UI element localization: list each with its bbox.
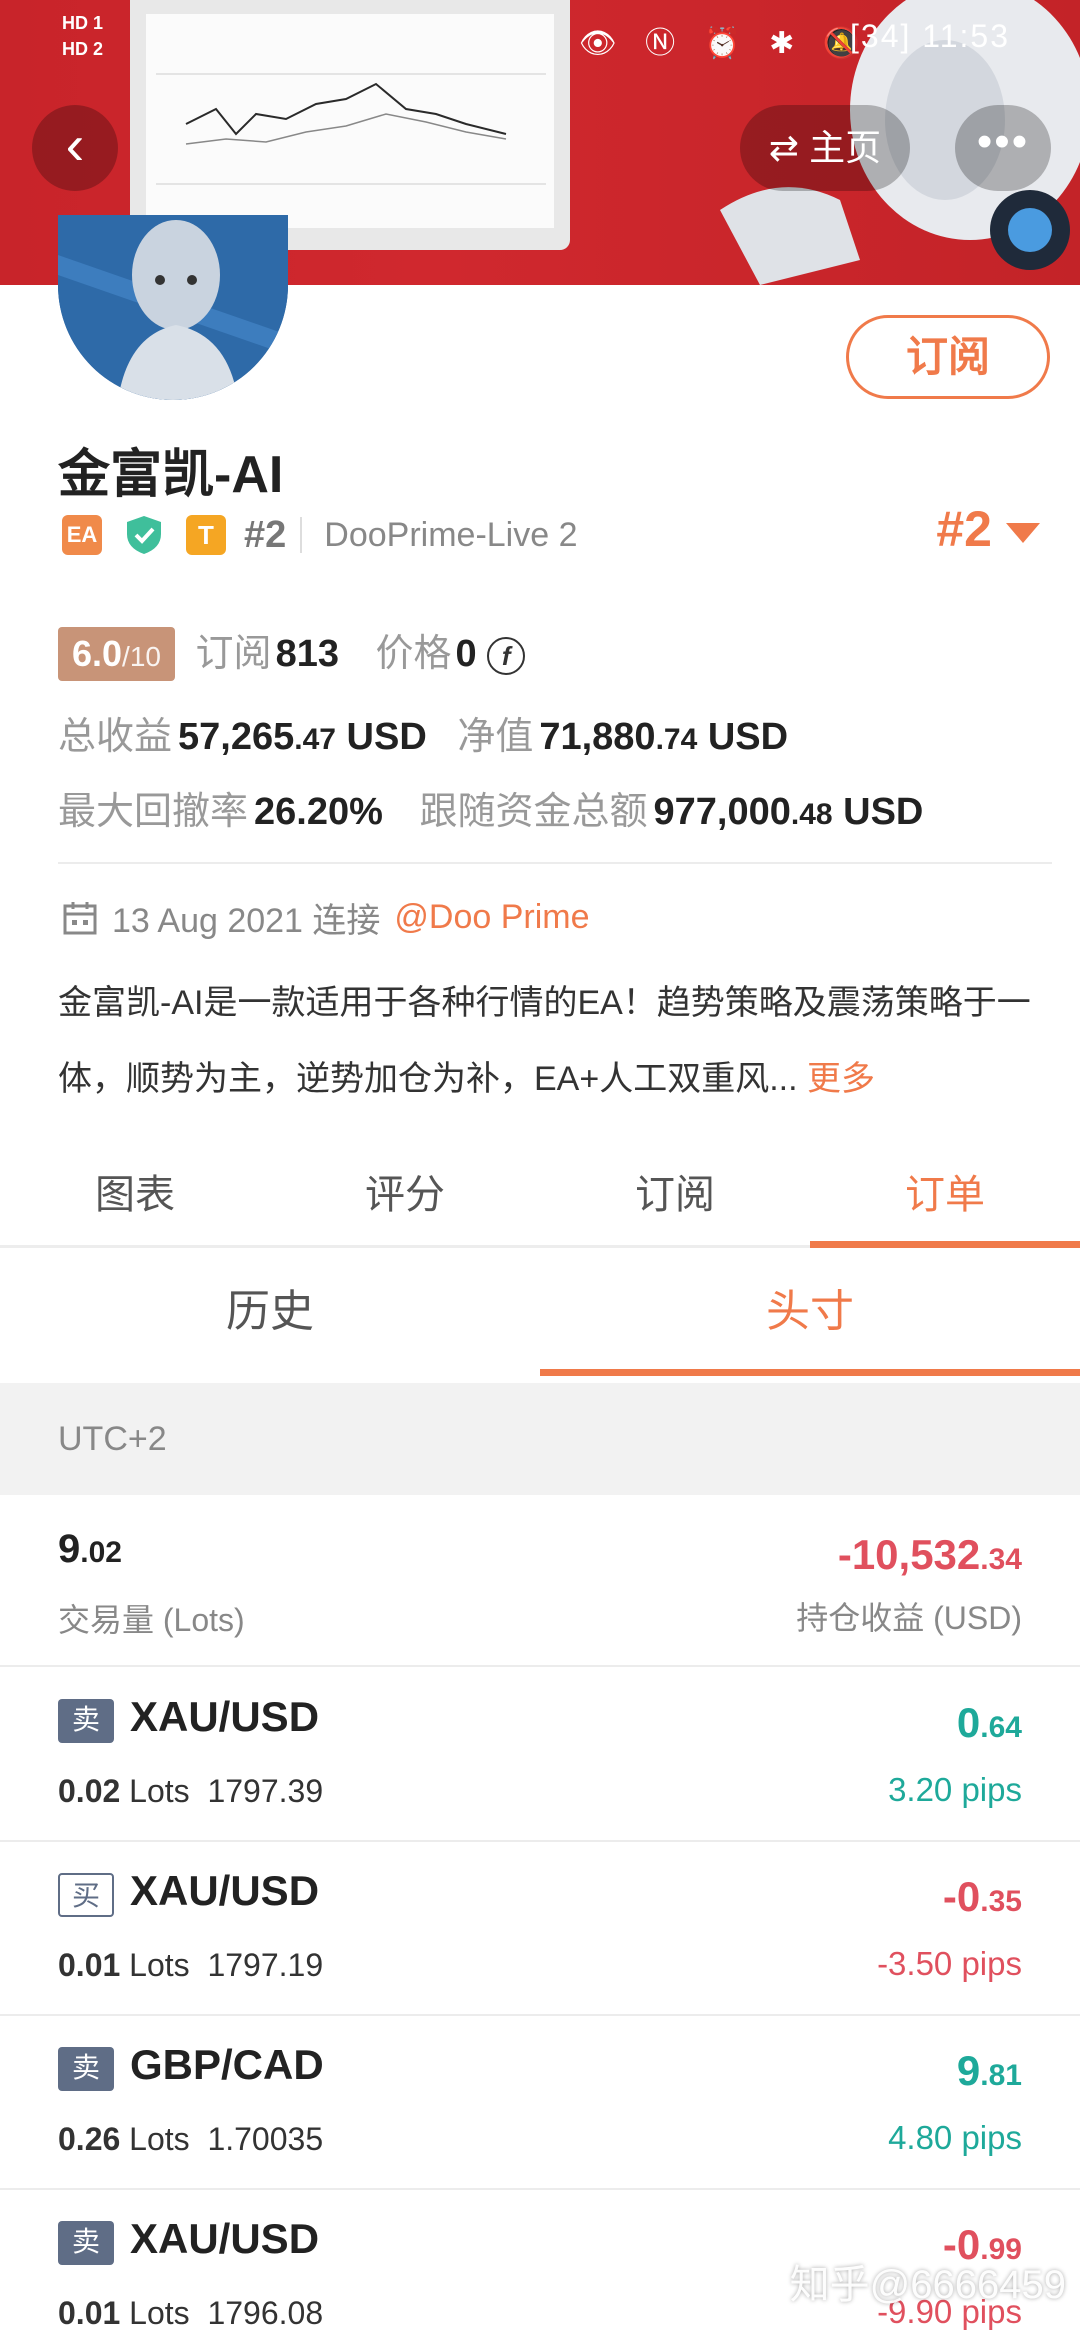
stats-row-3: 最大回撤率 26.20% 跟随资金总额 977,000.48 USD bbox=[58, 791, 924, 833]
stats-row-1: 6.0/10 订阅 813 价格 0 f bbox=[58, 622, 526, 681]
position-symbol: GBP/CAD bbox=[130, 2041, 324, 2088]
subtab-history[interactable]: 历史 bbox=[0, 1248, 540, 1376]
tab-chart[interactable]: 图表 bbox=[0, 1130, 270, 1245]
divider bbox=[58, 862, 1052, 864]
t-badge: T bbox=[186, 515, 226, 555]
rank-label: #2 bbox=[244, 513, 287, 556]
position-row[interactable]: 买 XAU/USD 0.01 Lots 1797.19 -0.35 -3.50 … bbox=[0, 1843, 1080, 2016]
watermark: 知乎@6666459 bbox=[789, 2263, 1066, 2307]
main-tabs: 图表 评分 订阅 订单 bbox=[0, 1130, 1080, 1248]
coin-icon: f bbox=[487, 636, 526, 675]
position-profit: 0.64 bbox=[956, 1699, 1022, 1746]
home-button[interactable]: ⇄ 主页 bbox=[740, 105, 910, 191]
ea-badge: EA bbox=[62, 515, 102, 555]
position-symbol: XAU/USD bbox=[130, 1693, 320, 1740]
profile-name: 金富凯-AI bbox=[58, 446, 284, 504]
tab-rating[interactable]: 评分 bbox=[270, 1130, 540, 1245]
calendar-icon bbox=[63, 901, 97, 934]
rank-dropdown[interactable]: #2 bbox=[936, 500, 1040, 558]
floating-pl: -10,532.34 bbox=[837, 1531, 1022, 1578]
more-options-button[interactable]: ••• bbox=[955, 105, 1051, 191]
side-badge: 买 bbox=[58, 1873, 114, 1917]
tab-subscribe[interactable]: 订阅 bbox=[540, 1130, 810, 1245]
status-network: HD 1 HD 2 bbox=[62, 13, 104, 59]
total-lots-label: 交易量 (Lots) bbox=[58, 1602, 245, 1638]
position-lots: 0.01 Lots 1796.08 bbox=[58, 2295, 324, 2331]
position-row[interactable]: 卖 GBP/CAD 0.26 Lots 1.70035 9.81 4.80 pi… bbox=[0, 2017, 1080, 2190]
status-icons: 👁 Ⓝ ⏰ ✱ 🔕 bbox=[578, 27, 870, 60]
floating-pl-label: 持仓收益 (USD) bbox=[796, 1600, 1022, 1636]
position-row[interactable]: 卖 XAU/USD 0.02 Lots 1797.39 0.64 3.20 pi… bbox=[0, 1669, 1080, 1842]
broker-link[interactable]: @Doo Prime bbox=[394, 898, 589, 937]
more-link[interactable]: 更多 bbox=[807, 1060, 875, 1098]
status-time-battery: [34] 11:53 bbox=[850, 18, 1010, 54]
subtab-positions[interactable]: 头寸 bbox=[540, 1248, 1080, 1376]
score-badge: 6.0/10 bbox=[58, 627, 175, 681]
total-lots: 9.02 bbox=[58, 1527, 122, 1571]
caret-down-icon bbox=[1006, 522, 1040, 543]
position-lots: 0.26 Lots 1.70035 bbox=[58, 2121, 324, 2157]
back-button[interactable]: ‹ bbox=[32, 105, 118, 191]
verified-shield-icon bbox=[127, 516, 161, 554]
side-badge: 卖 bbox=[58, 1699, 114, 1743]
separator bbox=[300, 517, 303, 553]
connect-info: 13 Aug 2021 连接 @Doo Prime bbox=[62, 893, 590, 942]
positions-summary: 9.02 交易量 (Lots) -10,532.34 持仓收益 (USD) bbox=[0, 1495, 1080, 1667]
side-badge: 卖 bbox=[58, 2221, 114, 2265]
description: 金富凯-AI是一款适用于各种行情的EA！趋势策略及震荡策略于一体，顺势为主，逆势… bbox=[58, 984, 1031, 1098]
position-symbol: XAU/USD bbox=[130, 2215, 320, 2262]
tab-orders[interactable]: 订单 bbox=[810, 1130, 1080, 1248]
position-pips: -3.50 pips bbox=[877, 1945, 1022, 1982]
status-bar: HD 1 HD 2 👁 Ⓝ ⏰ ✱ 🔕 [34] 11:53 bbox=[0, 10, 1080, 70]
subscribe-button[interactable]: 订阅 bbox=[846, 315, 1050, 399]
position-lots: 0.01 Lots 1797.19 bbox=[58, 1947, 324, 1983]
order-subtabs: 历史 头寸 bbox=[0, 1248, 1080, 1376]
position-profit: 9.81 bbox=[956, 2047, 1022, 2094]
position-pips: 4.80 pips bbox=[888, 2119, 1022, 2156]
position-symbol: XAU/USD bbox=[130, 1867, 320, 1914]
stats-row-2: 总收益 57,265.47 USD 净值 71,880.74 USD bbox=[58, 716, 789, 758]
position-pips: 3.20 pips bbox=[888, 1771, 1022, 1808]
swap-icon: ⇄ bbox=[768, 127, 800, 168]
position-lots: 0.02 Lots 1797.39 bbox=[58, 1773, 324, 1809]
timezone-bar: UTC+2 bbox=[0, 1383, 1080, 1495]
server-name: DooPrime-Live 2 bbox=[324, 515, 578, 554]
profile-tags: EA T #2 DooPrime-Live 2 bbox=[62, 510, 578, 560]
side-badge: 卖 bbox=[58, 2047, 114, 2091]
avatar bbox=[58, 215, 288, 400]
position-profit: -0.35 bbox=[942, 1873, 1022, 1920]
